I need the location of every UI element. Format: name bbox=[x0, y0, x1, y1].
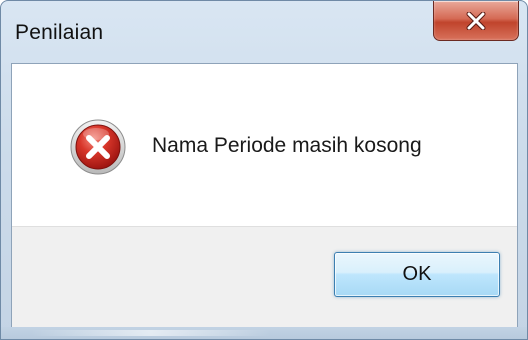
frame-shine bbox=[31, 330, 271, 336]
title-bar[interactable]: Penilaian bbox=[1, 1, 527, 63]
close-button[interactable] bbox=[433, 1, 519, 41]
dialog-window: Penilaian Nama Periode masih kosong OK bbox=[0, 0, 528, 340]
close-icon bbox=[465, 11, 487, 30]
error-message: Nama Periode masih kosong bbox=[152, 134, 422, 157]
error-icon bbox=[70, 119, 126, 175]
message-area: Nama Periode masih kosong bbox=[12, 64, 517, 226]
window-bottom-border bbox=[1, 327, 527, 339]
ok-button[interactable]: OK bbox=[334, 252, 500, 297]
dialog-client-area: Nama Periode masih kosong OK bbox=[11, 63, 518, 327]
button-area: OK bbox=[12, 226, 517, 327]
window-title: Penilaian bbox=[15, 21, 104, 44]
